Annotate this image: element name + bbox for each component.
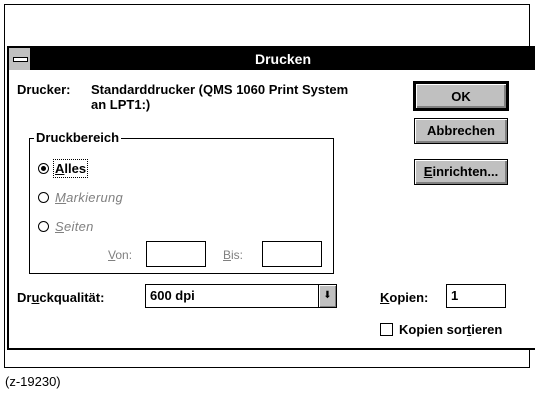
radio-all-label: Alles: [52, 159, 89, 178]
radio-selection[interactable]: Markierung: [38, 190, 123, 205]
radio-pages-mnemonic: S: [55, 219, 64, 234]
system-menu-button[interactable]: [9, 48, 31, 70]
to-text: is:: [231, 248, 244, 262]
printer-value: Standarddrucker (QMS 1060 Print System a…: [91, 82, 349, 112]
from-label: Von:: [108, 248, 132, 262]
radio-all[interactable]: Alles: [38, 159, 89, 178]
print-dialog: Drucken Drucker: Standarddrucker (QMS 10…: [7, 46, 535, 350]
radio-all-text: lles: [64, 161, 87, 176]
dialog-title: Drucken: [254, 51, 312, 67]
quality-value: 600 dpi: [150, 288, 195, 303]
copies-input[interactable]: 1: [446, 284, 506, 308]
radio-selection-label: Markierung: [55, 190, 123, 205]
setup-button[interactable]: Einrichten...: [414, 159, 508, 185]
setup-label: inrichten...: [432, 164, 499, 179]
from-text: on:: [115, 248, 133, 262]
ok-button[interactable]: OK: [413, 81, 509, 111]
copies-mnemonic: K: [380, 290, 390, 305]
collate-label-pre: Kopien sor: [399, 322, 467, 337]
radio-selection-text: arkierung: [66, 190, 124, 205]
radio-button-icon: [38, 221, 49, 232]
minus-icon: [13, 57, 28, 62]
to-label: Bis:: [223, 248, 243, 262]
copies-label: Kopien:: [380, 290, 428, 305]
radio-pages[interactable]: Seiten: [38, 219, 94, 234]
print-range-title: Druckbereich: [34, 130, 122, 145]
quality-label-post: ckqualität:: [39, 290, 105, 305]
printer-label: Drucker:: [17, 82, 71, 97]
dropdown-arrow-icon[interactable]: ⬇: [318, 285, 336, 307]
cancel-button[interactable]: Abbrechen: [414, 118, 508, 144]
copies-label-text: opien:: [389, 290, 429, 305]
checkbox-icon[interactable]: [380, 323, 393, 336]
radio-button-icon: [38, 192, 49, 203]
radio-button-checked-icon: [38, 163, 49, 174]
from-input[interactable]: [146, 241, 206, 267]
copies-value: 1: [451, 288, 459, 303]
collate-label-post: ieren: [471, 322, 503, 337]
to-input[interactable]: [262, 241, 322, 267]
radio-selection-mnemonic: M: [55, 190, 67, 205]
collate-checkbox-row[interactable]: Kopien sortieren: [380, 322, 502, 337]
collate-label: Kopien sortieren: [399, 322, 502, 337]
quality-label-pre: Dr: [17, 290, 32, 305]
quality-select[interactable]: 600 dpi ⬇: [145, 284, 337, 308]
figure-caption: (z-19230): [5, 374, 61, 389]
print-range-group: Druckbereich Alles Markierung Seiten Von…: [29, 130, 334, 274]
radio-all-mnemonic: A: [55, 161, 65, 176]
title-bar: Drucken: [9, 48, 535, 70]
quality-label: Druckqualität:: [17, 290, 104, 305]
radio-pages-label: Seiten: [55, 219, 94, 234]
radio-pages-text: eiten: [63, 219, 94, 234]
to-mnemonic: B: [223, 248, 232, 262]
